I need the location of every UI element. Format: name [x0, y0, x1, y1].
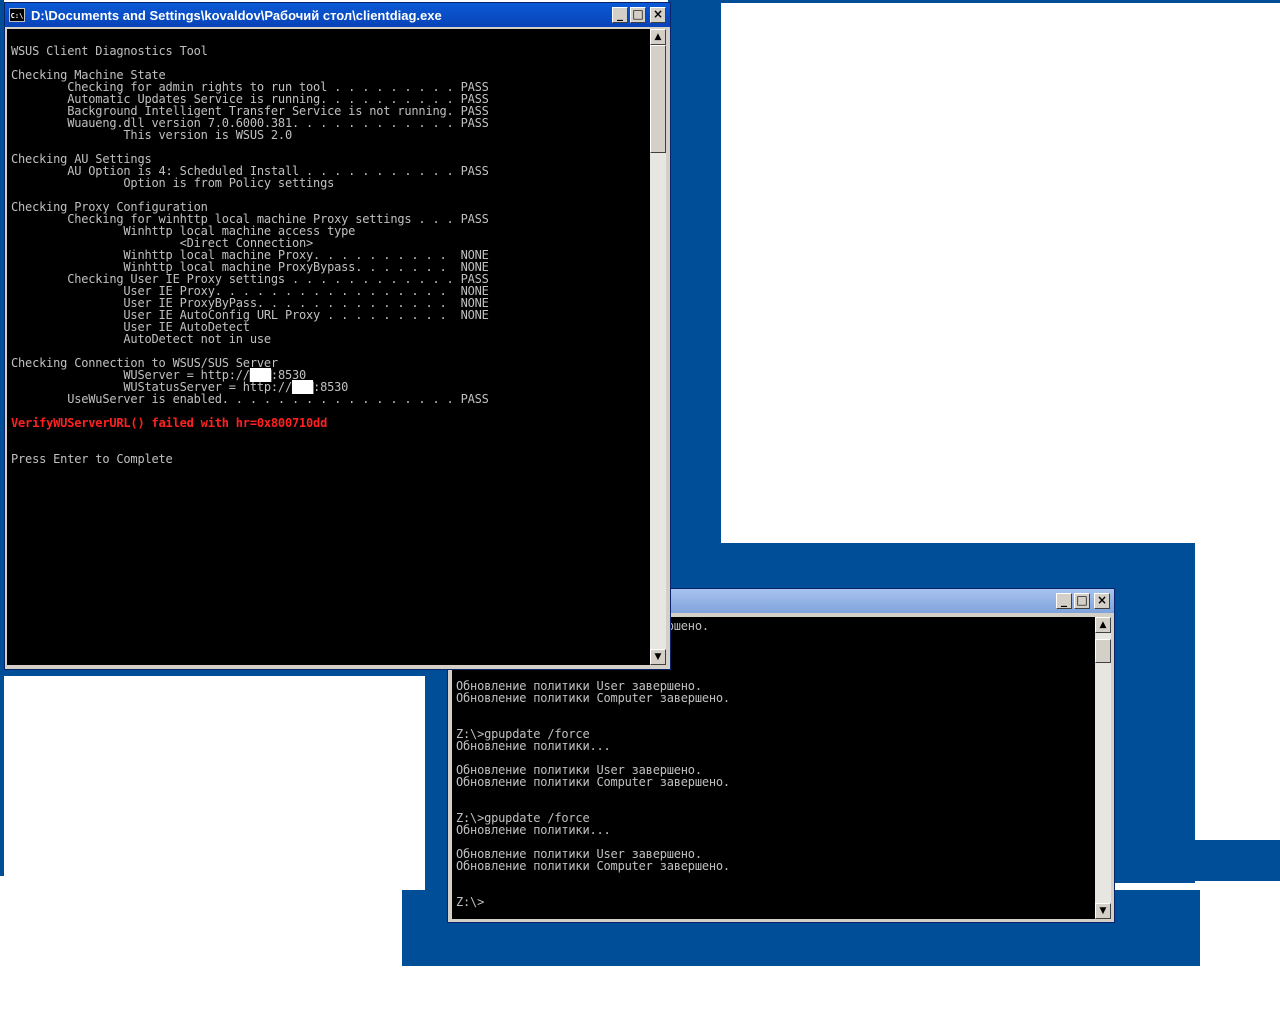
- clientdiag-window-title: D:\Documents and Settings\kovaldov\Рабоч…: [31, 7, 442, 23]
- console-line: Обновление политики...: [456, 739, 611, 753]
- console-line: WSUS Client Diagnostics Tool: [11, 44, 208, 58]
- clientdiag-vertical-scrollbar[interactable]: ▲ ▼: [650, 29, 666, 665]
- scroll-down-arrow-icon[interactable]: ▼: [1095, 903, 1111, 919]
- console-line: AutoDetect not in use: [11, 332, 271, 346]
- console-line: Обновление политики Computer завершено.: [456, 775, 730, 789]
- maximize-button[interactable]: □: [1074, 593, 1090, 609]
- scroll-up-arrow-icon[interactable]: ▲: [1095, 617, 1111, 633]
- console-text: WSUS Client Diagnostics Tool Checking Mac…: [7, 29, 650, 465]
- minimize-button[interactable]: _: [1056, 593, 1072, 609]
- console-line: Обновление политики...: [456, 823, 611, 837]
- scroll-down-arrow-icon[interactable]: ▼: [650, 649, 666, 665]
- clientdiag-console-output[interactable]: WSUS Client Diagnostics Tool Checking Mac…: [7, 29, 650, 665]
- cmd-vertical-scrollbar[interactable]: ▲ ▼: [1095, 617, 1111, 919]
- close-button[interactable]: ×: [650, 7, 666, 23]
- minimize-button[interactable]: _: [612, 7, 628, 23]
- scroll-thumb[interactable]: [1095, 639, 1111, 663]
- console-line: This version is WSUS 2.0: [11, 128, 292, 142]
- desktop-region: [1112, 543, 1195, 883]
- scroll-thumb[interactable]: [650, 45, 666, 153]
- maximize-button[interactable]: □: [630, 7, 646, 23]
- prompt-line: Press Enter to Complete: [11, 452, 173, 466]
- console-app-icon[interactable]: C:\: [9, 8, 25, 22]
- console-line: Option is from Policy settings: [11, 176, 335, 190]
- clientdiag-window[interactable]: C:\ D:\Documents and Settings\kovaldov\Р…: [4, 2, 671, 670]
- desktop-region: [0, 676, 4, 876]
- console-line: Z:\>: [456, 895, 485, 909]
- clientdiag-titlebar[interactable]: C:\ D:\Documents and Settings\kovaldov\Р…: [5, 3, 670, 27]
- scroll-up-arrow-icon[interactable]: ▲: [650, 29, 666, 45]
- desktop-region: [668, 0, 721, 545]
- desktop-region: [721, 0, 1280, 3]
- close-button[interactable]: ×: [1094, 593, 1110, 609]
- error-line: VerifyWUServerURL() failed with hr=0x800…: [11, 416, 328, 430]
- usewuserver-line: UseWuServer is enabled. . . . . . . . . …: [11, 392, 489, 406]
- console-line: Обновление политики Computer завершено.: [456, 859, 730, 873]
- console-line: Обновление политики Computer завершено.: [456, 691, 730, 705]
- desktop-region: [1195, 840, 1280, 881]
